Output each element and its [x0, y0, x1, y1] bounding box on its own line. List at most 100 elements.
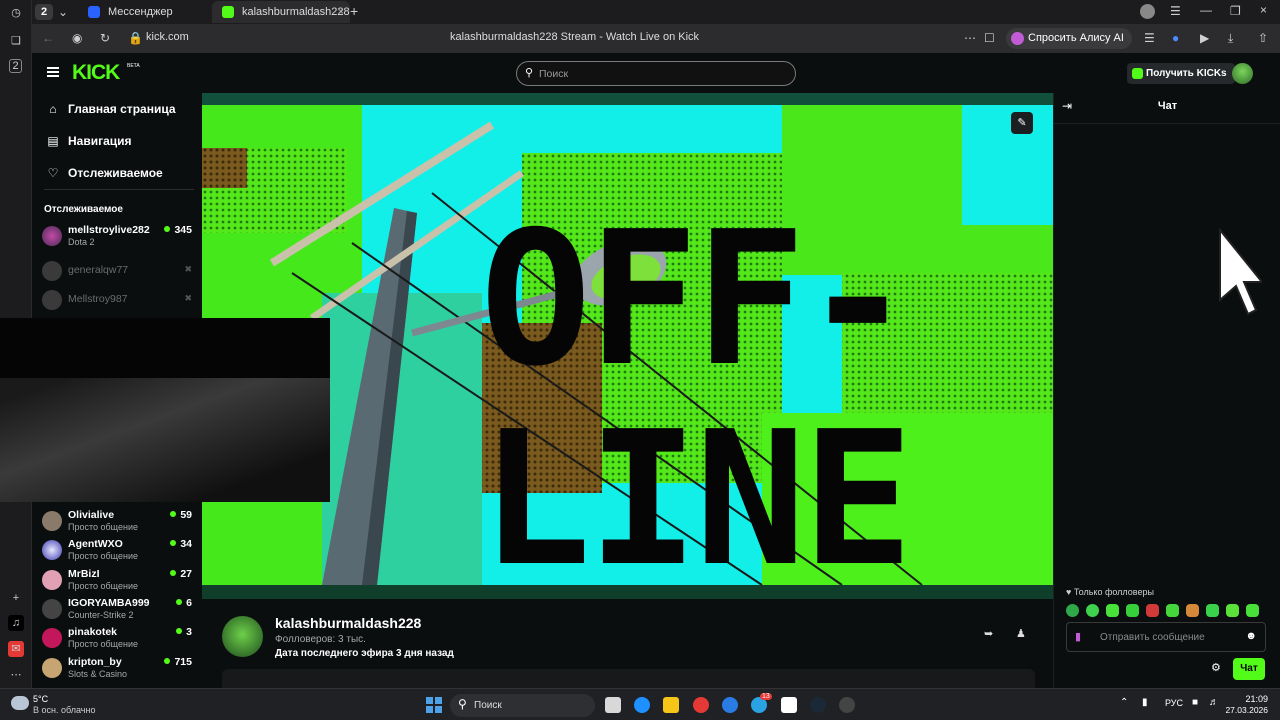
close-tab-icon[interactable]: ×: [338, 1, 344, 23]
following-item[interactable]: generalqw77 ✖: [42, 259, 192, 287]
url-text[interactable]: kick.com: [146, 31, 189, 43]
emoji-icon[interactable]: ☻: [1245, 630, 1257, 642]
taskbar-search-label: Поиск: [474, 700, 502, 711]
following-item[interactable]: AgentWXO Просто общение 34: [42, 538, 192, 566]
about-panel: [222, 669, 1035, 688]
minimize-icon[interactable]: —: [1200, 3, 1212, 17]
hamburger-menu-icon[interactable]: [47, 67, 59, 77]
tray-chevron-icon[interactable]: ⌃: [1120, 697, 1128, 708]
messenger-icon[interactable]: [722, 697, 738, 713]
protect-icon[interactable]: ◉: [72, 31, 82, 45]
following-item[interactable]: IGORYAMBA999 Counter-Strike 2 6: [42, 597, 192, 625]
back-icon[interactable]: ←: [42, 31, 54, 45]
nav-following[interactable]: ♡ Отслеживаемое: [46, 163, 163, 183]
new-tab-icon[interactable]: +: [350, 4, 358, 18]
emote-icon[interactable]: [1086, 604, 1099, 617]
clock-time[interactable]: 21:09: [1228, 694, 1268, 704]
following-item[interactable]: MrBizI Просто общение 27: [42, 568, 192, 596]
nav-browse[interactable]: ▤ Навигация: [46, 131, 132, 151]
channel-name[interactable]: kalashburmaldash228: [275, 615, 421, 631]
emote-icon[interactable]: [1126, 604, 1139, 617]
kick-logo[interactable]: KICK: [72, 61, 120, 85]
channel-avatar[interactable]: [222, 616, 263, 657]
clock-date[interactable]: 27.03.2026: [1222, 705, 1268, 715]
emote-icon[interactable]: [1166, 604, 1179, 617]
media-icon[interactable]: ▶: [1200, 31, 1209, 45]
chat-divider: [1054, 123, 1280, 124]
add-panel-icon[interactable]: +: [8, 590, 24, 606]
emote-icon[interactable]: [1066, 604, 1079, 617]
following-item[interactable]: mellstroylive282 Dota 2 345: [42, 224, 192, 252]
tab-label: Мессенджер: [108, 6, 173, 18]
compass-icon: ▤: [47, 134, 59, 148]
steam-icon[interactable]: [810, 697, 826, 713]
emote-icon[interactable]: [1226, 604, 1239, 617]
weather-icon[interactable]: [11, 696, 29, 710]
more-icon[interactable]: ⋯: [8, 667, 24, 683]
avatar: [42, 628, 62, 648]
search-input[interactable]: ⚲ Поиск: [516, 61, 796, 86]
tab-messenger[interactable]: Мессенджер: [78, 1, 208, 23]
stream-category: Просто общение: [68, 551, 138, 561]
tab-counter-icon[interactable]: 2: [9, 59, 22, 73]
volume-icon[interactable]: ♬: [1209, 697, 1219, 708]
user-avatar[interactable]: [1232, 63, 1253, 84]
yandex-browser-icon[interactable]: [781, 697, 797, 713]
send-chat-button[interactable]: Чат: [1233, 658, 1265, 680]
following-item[interactable]: Olivialive Просто общение 59: [42, 509, 192, 537]
downloads-icon[interactable]: ⤓: [1228, 31, 1233, 45]
tiktok-icon[interactable]: ♫: [8, 615, 24, 631]
bookmark-icon[interactable]: ☐: [984, 31, 995, 45]
mail-icon[interactable]: ✉: [8, 641, 24, 657]
following-item[interactable]: Mellstroy987 ✖: [42, 288, 192, 316]
network-icon[interactable]: ■: [1192, 697, 1198, 708]
emote-icon[interactable]: [1146, 604, 1159, 617]
reload-icon[interactable]: ↻: [100, 31, 110, 45]
search-placeholder: Поиск: [539, 68, 569, 80]
emote-icon[interactable]: [1206, 604, 1219, 617]
emote-icon[interactable]: [1186, 604, 1199, 617]
collections-icon[interactable]: ❏: [8, 33, 24, 49]
chevron-down-icon[interactable]: ⌄: [58, 5, 68, 19]
stream-category: Просто общение: [68, 581, 138, 591]
tab-count-badge[interactable]: 2: [35, 4, 53, 20]
user-settings-icon[interactable]: ♟: [1016, 627, 1026, 640]
restore-icon[interactable]: ❐: [1230, 4, 1241, 18]
window-close-icon[interactable]: ×: [1260, 3, 1267, 17]
taskbar-search[interactable]: ⚲ Поиск: [450, 694, 595, 717]
translate-icon[interactable]: ☰: [1144, 31, 1155, 45]
streamer-name: Olivialive: [68, 509, 115, 521]
chat-message-input[interactable]: ▮ Отправить сообщение ☻: [1066, 622, 1266, 652]
following-item[interactable]: kripton_by Slots & Casino 715: [42, 656, 192, 684]
nav-home[interactable]: ⌂ Главная страница: [46, 99, 175, 119]
tab-kick[interactable]: kalashburmaldash228 S ×: [212, 1, 350, 23]
streamer-name: generalqw77: [68, 264, 129, 276]
windows-start-icon[interactable]: [426, 697, 442, 713]
share-icon[interactable]: ⇧: [1258, 31, 1268, 45]
extension-icon[interactable]: ●: [1172, 31, 1179, 45]
history-icon[interactable]: ◷: [8, 5, 24, 21]
edge-icon[interactable]: [634, 697, 650, 713]
microphone-icon[interactable]: ▮: [1075, 630, 1081, 643]
share-icon[interactable]: ➥: [984, 627, 993, 640]
language-indicator[interactable]: РУС: [1165, 698, 1183, 708]
menu-icon[interactable]: ☰: [1170, 4, 1181, 18]
explorer-icon[interactable]: [663, 697, 679, 713]
emote-icon[interactable]: [1106, 604, 1119, 617]
chat-settings-icon[interactable]: ⚙: [1211, 661, 1221, 674]
obs-icon[interactable]: [839, 697, 855, 713]
emote-icon[interactable]: [1246, 604, 1259, 617]
microphone-tray-icon[interactable]: ▮: [1142, 697, 1148, 708]
ask-alice-button[interactable]: Спросить Алису AI: [1006, 28, 1132, 49]
chrome-icon[interactable]: [693, 697, 709, 713]
offline-icon: ✖: [184, 264, 192, 274]
weather-desc: В осн. облачно: [33, 705, 96, 715]
profile-avatar[interactable]: [1140, 4, 1155, 19]
following-item[interactable]: pinakotek Просто общение 3: [42, 626, 192, 654]
more-icon[interactable]: ⋯: [964, 31, 976, 45]
stream-category: Slots & Casino: [68, 669, 128, 679]
task-view-icon[interactable]: [605, 697, 621, 713]
get-kicks-button[interactable]: Получить KICKs: [1127, 63, 1235, 84]
edit-pencil-icon[interactable]: ✎: [1011, 112, 1033, 134]
nav-label: Навигация: [68, 134, 132, 148]
